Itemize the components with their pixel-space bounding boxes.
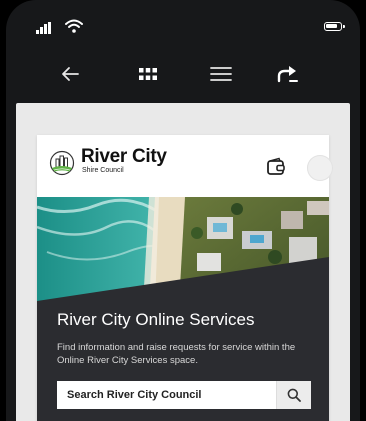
grid-icon bbox=[139, 68, 157, 80]
hero-description: Find information and raise requests for … bbox=[57, 342, 296, 366]
browser-toolbar bbox=[6, 52, 360, 96]
wallet-icon[interactable] bbox=[265, 156, 287, 178]
share-button[interactable] bbox=[270, 58, 306, 90]
search-button[interactable] bbox=[276, 381, 311, 409]
cellular-signal-icon bbox=[36, 22, 52, 34]
battery-icon bbox=[324, 22, 345, 31]
phone-frame: River City Shire Council River City Onli… bbox=[6, 0, 360, 421]
arrow-left-icon bbox=[62, 67, 79, 81]
hero-banner: River City Online Services Find informat… bbox=[37, 197, 329, 421]
river-city-logo[interactable] bbox=[49, 150, 75, 176]
page-content[interactable]: River City Shire Council River City Onli… bbox=[16, 103, 350, 421]
search-icon bbox=[287, 388, 301, 402]
search-bar bbox=[57, 381, 311, 409]
brand-subtitle: Shire Council bbox=[82, 167, 124, 174]
avatar[interactable] bbox=[307, 155, 333, 181]
apps-button[interactable] bbox=[130, 58, 166, 90]
status-bar bbox=[6, 0, 360, 44]
site-header: River City Shire Council bbox=[37, 135, 333, 197]
coastline-aerial-image bbox=[37, 197, 329, 305]
menu-button[interactable] bbox=[203, 58, 239, 90]
brand-name: River City bbox=[81, 146, 167, 167]
wifi-icon bbox=[65, 19, 83, 33]
hero-title: River City Online Services bbox=[57, 310, 255, 329]
hamburger-menu-icon bbox=[210, 67, 232, 81]
back-button[interactable] bbox=[52, 58, 88, 90]
share-arrow-icon bbox=[277, 66, 298, 83]
search-input[interactable] bbox=[57, 381, 276, 409]
council-card: River City Shire Council River City Onli… bbox=[37, 135, 333, 421]
